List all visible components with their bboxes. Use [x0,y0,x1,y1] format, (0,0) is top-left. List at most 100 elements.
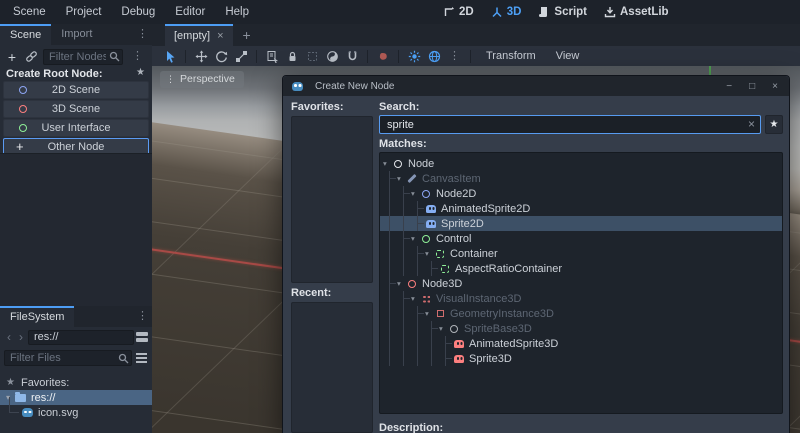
tree-item[interactable]: ▾ Node2D [380,186,782,201]
tab-scene[interactable]: Scene [0,24,52,45]
assetlib-icon [604,7,616,18]
tree-item[interactable]: AspectRatioContainer [380,261,782,276]
dialog-titlebar[interactable]: Create New Node − □ × [283,76,789,96]
caret-down-icon[interactable]: ▾ [397,276,406,291]
move-tool-icon[interactable] [194,49,208,63]
root-option-3d-scene[interactable]: 3D Scene [3,100,149,118]
node-type-icon [392,158,404,170]
rotate-tool-icon[interactable] [214,49,228,63]
add-node-button[interactable]: + [5,49,19,65]
root-option-user-interface[interactable]: User Interface [3,119,149,137]
root-option-2d-scene[interactable]: 2D Scene [3,81,149,99]
filesystem-item-iconsvg[interactable]: icon.svg [0,397,152,420]
3d-icon [492,7,502,18]
tab-import[interactable]: Import [51,24,102,45]
select-tool-icon[interactable] [163,49,177,63]
tree-item[interactable]: Sprite2D [380,216,782,231]
scale-tool-icon[interactable] [234,49,248,63]
node-type-icon [406,173,418,185]
clear-search-icon[interactable]: × [748,117,755,131]
toolbar-separator [367,49,368,63]
lock-icon[interactable] [285,49,299,63]
menu-debug[interactable]: Debug [121,6,155,18]
filter-nodes-field[interactable] [43,48,123,65]
recent-label: Recent: [291,287,332,299]
view-menu[interactable]: View [549,50,587,62]
caret-down-icon[interactable]: ▾ [411,291,420,306]
node-type-icon [434,308,446,320]
path-field[interactable] [28,329,134,345]
local-space-icon[interactable] [325,49,339,63]
minimize-icon[interactable]: − [726,81,732,92]
favorite-toggle-button[interactable]: ★ [765,115,783,134]
menu-scene[interactable]: Scene [13,6,46,18]
script-icon [539,7,548,17]
caret-down-icon[interactable]: ▾ [439,321,448,336]
search-field[interactable]: × [379,115,761,134]
new-scene-tab-button[interactable]: + [233,24,261,46]
matches-tree[interactable]: ▾ Node ▾ CanvasItem ▾ Node2D AnimatedSpr… [379,152,783,414]
perspective-menu-button[interactable]: ⋮ Perspective [160,71,244,88]
scene-tree-menu-icon[interactable]: ⋮ [128,46,147,67]
group-icon[interactable] [305,49,319,63]
tree-item[interactable]: AnimatedSprite2D [380,201,782,216]
close-icon[interactable]: × [772,81,778,92]
snap-icon[interactable] [345,49,359,63]
nav-back-icon[interactable]: ‹ [4,330,14,344]
recent-list[interactable] [291,302,373,433]
tree-item[interactable]: ▾ CanvasItem [380,171,782,186]
workspace-script-button[interactable]: Script [538,6,587,18]
filesystem-menu-icon[interactable]: ⋮ [133,306,152,327]
search-label: Search: [379,101,420,113]
preview-sunlight-icon[interactable] [407,49,421,63]
tree-item[interactable]: AnimatedSprite3D [380,336,782,351]
search-input[interactable] [379,115,761,134]
caret-down-icon[interactable]: ▾ [397,171,406,186]
tree-item[interactable]: ▾ Node [380,156,782,171]
menu-editor[interactable]: Editor [175,6,205,18]
caret-down-icon[interactable]: ▾ [6,393,15,402]
preview-environment-icon[interactable] [427,49,441,63]
menu-dots-icon: ⋮ [166,73,175,84]
sort-files-icon[interactable] [136,353,148,363]
node-type-icon [448,323,460,335]
favorites-list[interactable] [291,116,373,283]
caret-down-icon[interactable]: ▾ [425,246,434,261]
star-icon: ★ [6,377,15,388]
maximize-icon[interactable]: □ [749,81,755,92]
tree-item[interactable]: Sprite3D [380,351,782,366]
workspace-assetlib-button[interactable]: AssetLib [604,6,669,18]
path-input[interactable] [28,329,134,345]
scene-tree-empty-area[interactable] [0,153,152,306]
menu-project[interactable]: Project [66,6,102,18]
tree-item[interactable]: ▾ Node3D [380,276,782,291]
caret-down-icon[interactable]: ▾ [425,306,434,321]
scene-tab-empty[interactable]: [empty] × [165,24,233,46]
viewport-settings-menu-icon[interactable]: ⋮ [447,46,462,67]
tab-close-icon[interactable]: × [217,30,223,42]
caret-down-icon[interactable]: ▾ [411,231,420,246]
node-type-icon [434,248,446,260]
workspace-3d-button[interactable]: 3D [491,6,521,18]
workspace-2d-button[interactable]: 2D [443,6,474,18]
favorites-star-icon[interactable]: ★ [136,67,145,78]
nav-forward-icon[interactable]: › [16,330,26,344]
tree-item[interactable]: ▾ Container [380,246,782,261]
dock-menu-icon[interactable]: ⋮ [133,24,152,45]
menu-help[interactable]: Help [225,6,249,18]
filter-files-input[interactable] [4,350,132,366]
transform-menu[interactable]: Transform [479,50,543,62]
tree-item[interactable]: ▾ Control [380,231,782,246]
caret-down-icon[interactable]: ▾ [383,156,392,171]
filesystem-item-res[interactable]: ▾ res:// [0,390,152,405]
tab-filesystem[interactable]: FileSystem [0,306,75,327]
tree-item[interactable]: ▾ GeometryInstance3D [380,306,782,321]
filter-files-field[interactable] [4,350,132,366]
tree-item[interactable]: ▾ SpriteBase3D [380,321,782,336]
split-mode-icon[interactable] [136,332,148,342]
caret-down-icon[interactable]: ▾ [411,186,420,201]
tree-item[interactable]: ▾ VisualInstance3D [380,291,782,306]
selectable-list-icon[interactable] [265,49,279,63]
override-camera-icon[interactable] [376,49,390,63]
instance-scene-button[interactable] [24,50,38,64]
